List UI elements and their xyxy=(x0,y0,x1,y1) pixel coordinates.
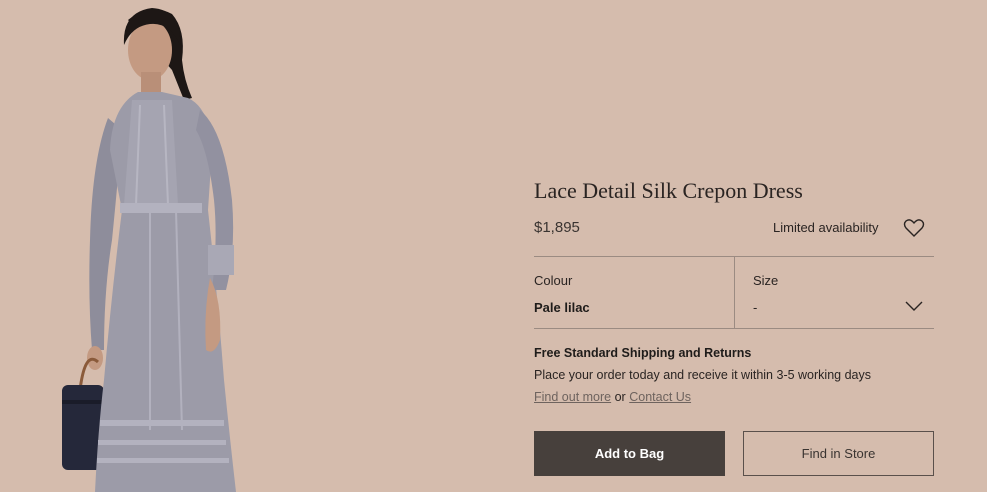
or-text: or xyxy=(614,390,626,404)
find-in-store-button[interactable]: Find in Store xyxy=(743,431,934,476)
contact-us-link[interactable]: Contact Us xyxy=(629,390,691,404)
model-photo xyxy=(62,8,236,492)
chevron-down-icon xyxy=(905,301,923,311)
size-label: Size xyxy=(753,273,779,288)
product-price: $1,895 xyxy=(534,219,580,236)
colour-label: Colour xyxy=(534,273,573,288)
heart-icon xyxy=(903,219,925,237)
product-image xyxy=(0,0,500,492)
colour-value: Pale lilac xyxy=(534,300,590,315)
divider-bottom xyxy=(534,328,934,329)
shipping-text: Place your order today and receive it wi… xyxy=(534,368,871,382)
availability-status: Limited availability xyxy=(773,220,879,235)
add-to-bag-button[interactable]: Add to Bag xyxy=(534,431,725,476)
product-title: Lace Detail Silk Crepon Dress xyxy=(534,178,803,203)
size-value: - xyxy=(753,300,758,315)
wishlist-button[interactable] xyxy=(903,218,925,238)
shipping-links: Find out more or Contact Us xyxy=(534,390,691,404)
size-dropdown[interactable]: Size - xyxy=(735,258,934,328)
find-out-more-link[interactable]: Find out more xyxy=(534,390,611,404)
shipping-title: Free Standard Shipping and Returns xyxy=(534,346,752,360)
